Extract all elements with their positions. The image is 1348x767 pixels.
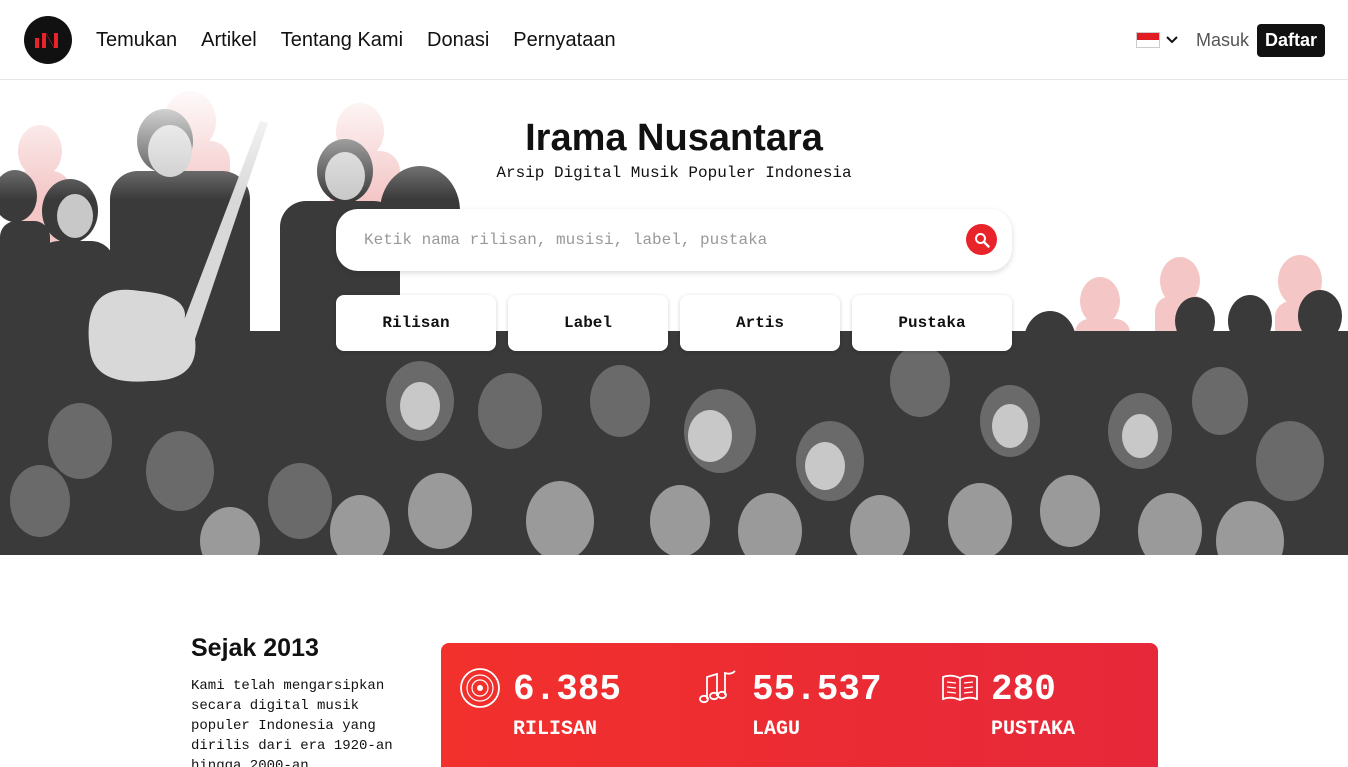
- nav-pernyataan[interactable]: Pernyataan: [513, 29, 615, 52]
- logo-mark-icon: [35, 33, 58, 48]
- category-rilisan-button[interactable]: Rilisan: [336, 295, 496, 351]
- indonesia-flag-icon[interactable]: [1135, 32, 1160, 48]
- search-box: [336, 209, 1012, 271]
- hero-subtitle: Arsip Digital Musik Populer Indonesia: [496, 164, 852, 182]
- since-description: Kami telah mengarsipkan secara digital m…: [191, 678, 393, 767]
- since-title: Sejak 2013: [191, 634, 319, 662]
- stat-pustaka-value: 280: [991, 669, 1056, 710]
- nav-donasi[interactable]: Donasi: [427, 29, 489, 52]
- music-notes-icon: [699, 670, 736, 704]
- top-navbar: Temukan Artikel Tentang Kami Donasi Pern…: [0, 0, 1348, 80]
- stat-lagu-value: 55.537: [752, 669, 882, 710]
- nav-temukan[interactable]: Temukan: [96, 29, 177, 52]
- nav-links: Temukan Artikel Tentang Kami Donasi Pern…: [96, 0, 616, 80]
- irama-nusantara-logo[interactable]: [24, 16, 72, 64]
- search-icon: [974, 232, 990, 248]
- search-button[interactable]: [966, 224, 997, 255]
- register-button[interactable]: Daftar: [1256, 23, 1325, 57]
- search-input[interactable]: [364, 227, 944, 253]
- vinyl-record-icon: [460, 668, 500, 708]
- stat-rilisan-value: 6.385: [513, 669, 622, 710]
- stat-lagu-label: LAGU: [752, 718, 801, 741]
- category-pustaka-button[interactable]: Pustaka: [852, 295, 1012, 351]
- nav-artikel[interactable]: Artikel: [201, 29, 257, 52]
- nav-tentang-kami[interactable]: Tentang Kami: [281, 29, 403, 52]
- nav-right: Masuk Daftar: [1135, 22, 1325, 58]
- hero-title: Irama Nusantara: [525, 117, 823, 159]
- stat-pustaka-label: PUSTAKA: [991, 718, 1076, 741]
- chevron-down-icon[interactable]: [1166, 36, 1178, 44]
- category-label-button[interactable]: Label: [508, 295, 668, 351]
- login-link[interactable]: Masuk: [1196, 30, 1249, 51]
- open-book-icon: [942, 674, 978, 701]
- category-artis-button[interactable]: Artis: [680, 295, 840, 351]
- hero-section: Irama Nusantara Arsip Digital Musik Popu…: [0, 81, 1348, 555]
- stats-panel: 6.385 RILISAN 55.537 LAGU 280 PUSTAKA: [441, 643, 1158, 767]
- stat-rilisan-label: RILISAN: [513, 718, 598, 741]
